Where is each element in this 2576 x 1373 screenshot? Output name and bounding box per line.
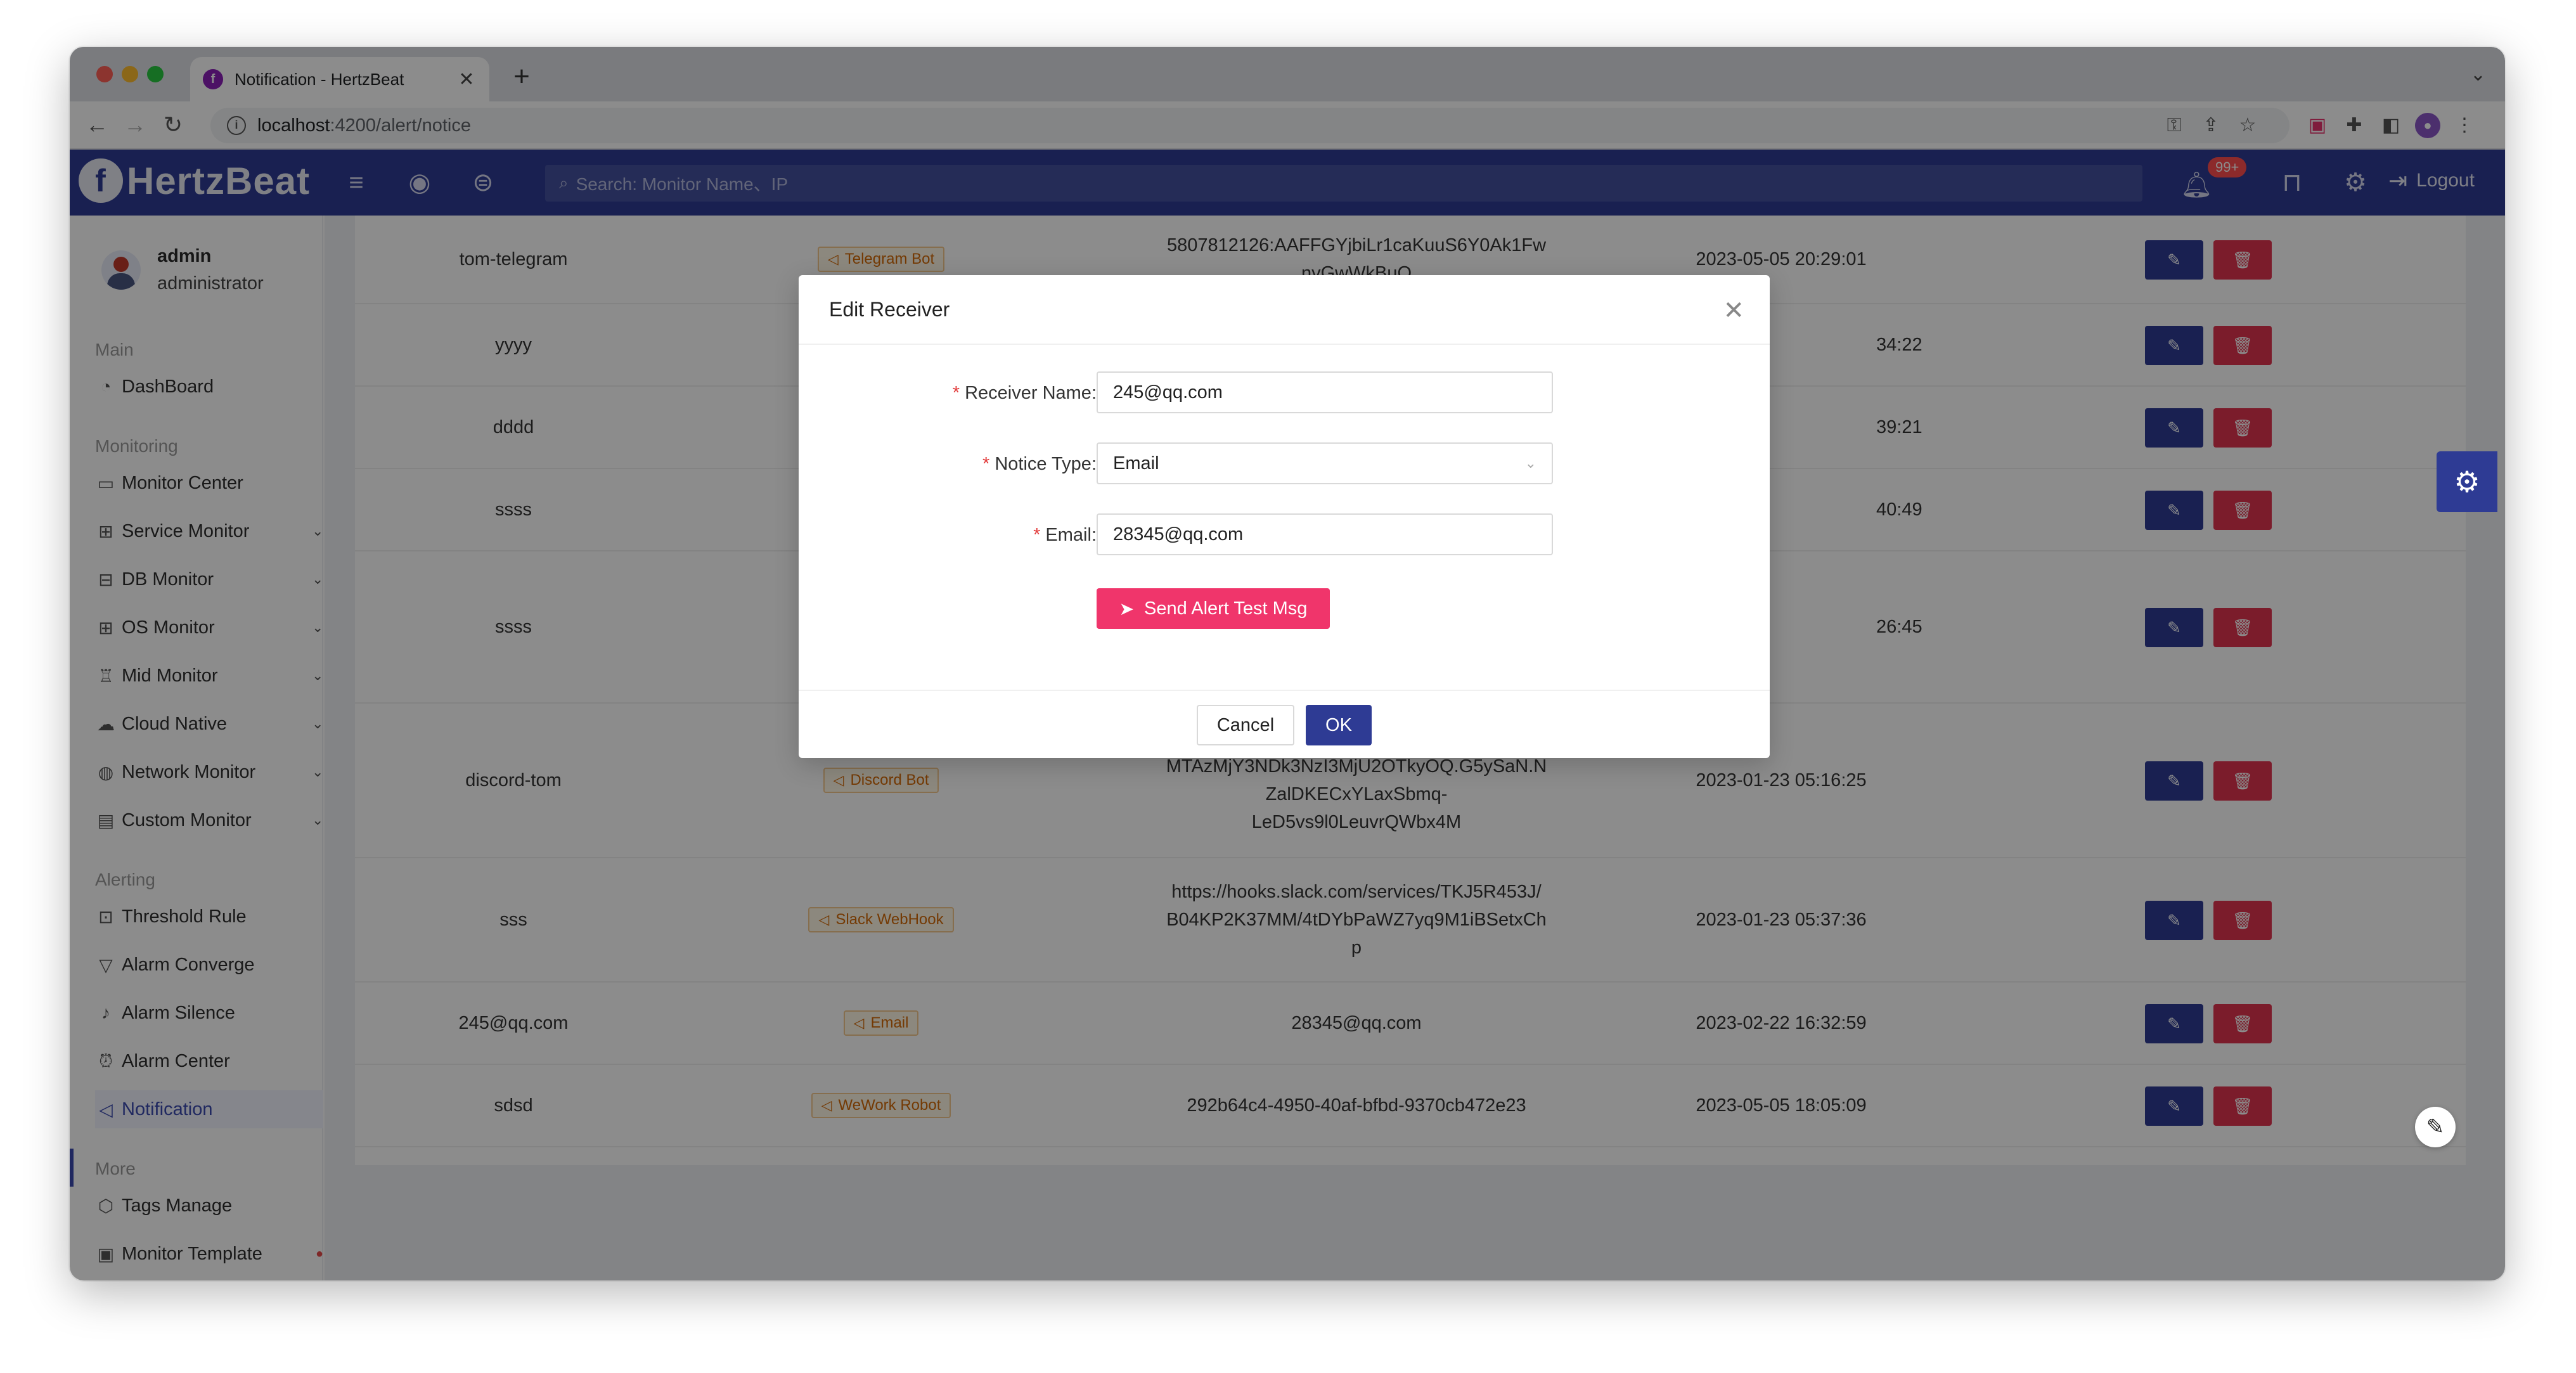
- send-icon: ➤: [1119, 598, 1135, 619]
- help-fab-icon[interactable]: ✎: [2415, 1107, 2456, 1147]
- chevron-down-icon: ⌄: [1524, 455, 1536, 471]
- ok-button[interactable]: OK: [1306, 705, 1372, 745]
- modal-footer: Cancel OK: [799, 690, 1770, 758]
- edit-receiver-modal: Edit Receiver ✕ * Receiver Name: 245@qq.c…: [799, 275, 1770, 758]
- receiver-name-input[interactable]: 245@qq.com: [1097, 371, 1553, 413]
- receiver-name-label: * Receiver Name:: [952, 383, 1097, 403]
- email-value: 28345@qq.com: [1113, 524, 1244, 545]
- browser-window: f Notification - HertzBeat ✕ + ⌄ ← → ↻ i…: [70, 47, 2505, 1280]
- notice-type-value: Email: [1113, 453, 1159, 474]
- receiver-name-value: 245@qq.com: [1113, 382, 1223, 403]
- settings-drawer-icon[interactable]: ⚙: [2437, 451, 2497, 512]
- send-alert-test-label: Send Alert Test Msg: [1144, 598, 1308, 619]
- modal-title: Edit Receiver: [799, 275, 1770, 345]
- email-label: * Email:: [1033, 525, 1097, 545]
- notice-type-label: * Notice Type:: [982, 454, 1097, 474]
- close-icon[interactable]: ✕: [1723, 298, 1744, 323]
- cancel-button[interactable]: Cancel: [1197, 705, 1294, 745]
- notice-type-select[interactable]: Email ⌄: [1097, 442, 1553, 484]
- email-input[interactable]: 28345@qq.com: [1097, 513, 1553, 555]
- send-alert-test-button[interactable]: ➤ Send Alert Test Msg: [1097, 588, 1330, 629]
